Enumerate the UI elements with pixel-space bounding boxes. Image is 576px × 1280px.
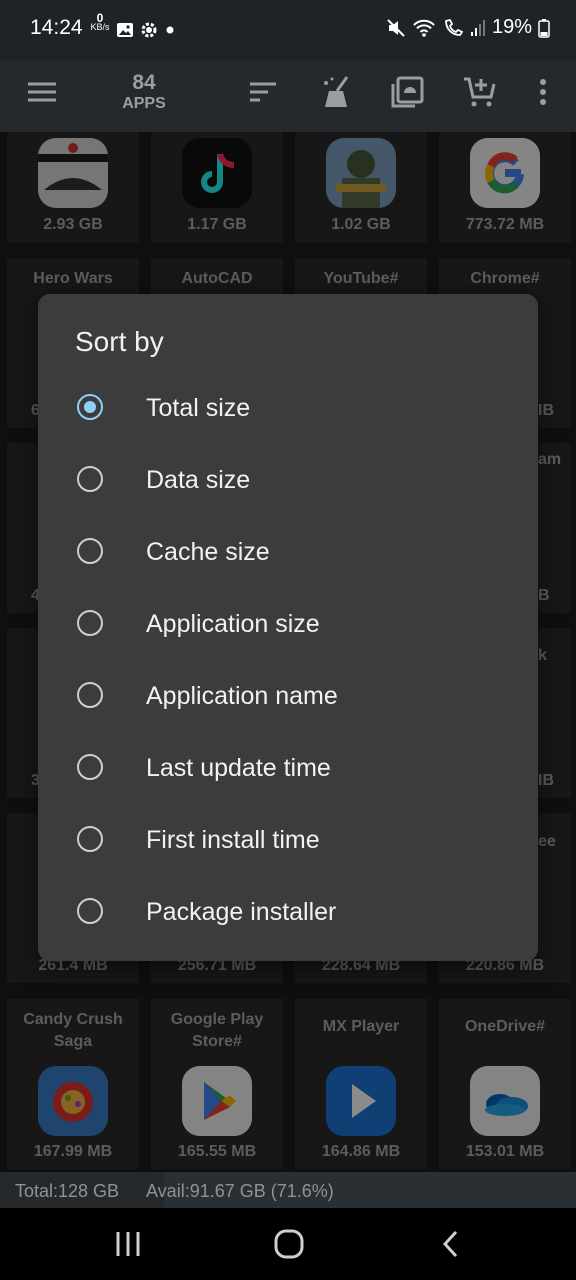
home-icon[interactable]	[272, 1228, 306, 1265]
battery-percent: 19%	[491, 16, 532, 38]
total-storage: Total:128 GB	[15, 1181, 120, 1201]
menu-icon[interactable]	[22, 72, 62, 112]
recent-apps-icon[interactable]	[108, 1230, 148, 1263]
wifi-calling-icon	[445, 18, 464, 36]
radio-button[interactable]	[77, 538, 103, 564]
radio-button[interactable]	[77, 754, 103, 780]
sort-option-application-size[interactable]: Application size	[38, 590, 538, 662]
status-bar: 14:24 0 KB/s 19%	[0, 0, 576, 60]
sort-by-dialog: Sort by Total size Data size Cache size …	[38, 294, 538, 961]
sort-icon[interactable]	[243, 72, 283, 112]
battery-icon	[538, 18, 550, 38]
app-installer-icon[interactable]	[387, 72, 427, 112]
radio-button[interactable]	[77, 898, 103, 924]
gallery-icon	[117, 23, 133, 37]
app-count: 84 APPS	[122, 71, 166, 113]
add-to-cart-icon[interactable]	[459, 72, 499, 112]
mute-icon	[387, 18, 405, 37]
back-icon[interactable]	[438, 1228, 464, 1265]
radio-button-selected[interactable]	[77, 394, 103, 420]
notification-dot-icon	[166, 26, 174, 34]
radio-button[interactable]	[77, 826, 103, 852]
sort-option-package-installer[interactable]: Package installer	[38, 878, 538, 950]
available-storage: Avail:91.67 GB (71.6%)	[146, 1181, 334, 1201]
sort-option-cache-size[interactable]: Cache size	[38, 518, 538, 590]
sort-option-last-update-time[interactable]: Last update time	[38, 734, 538, 806]
wifi-icon	[413, 19, 435, 37]
sort-option-data-size[interactable]: Data size	[38, 446, 538, 518]
sort-option-first-install-time[interactable]: First install time	[38, 806, 538, 878]
network-speed: 0 KB/s	[90, 11, 110, 32]
radio-button[interactable]	[77, 466, 103, 492]
system-navigation-bar	[0, 1208, 576, 1280]
status-time: 14:24	[30, 16, 83, 39]
radio-button[interactable]	[77, 610, 103, 636]
clean-cache-icon[interactable]	[316, 72, 356, 112]
storage-footer: Total:128 GB Avail:91.67 GB (71.6%)	[0, 1172, 576, 1208]
signal-icon	[470, 19, 485, 36]
sort-option-application-name[interactable]: Application name	[38, 662, 538, 734]
radio-button[interactable]	[77, 682, 103, 708]
more-options-icon[interactable]	[523, 72, 563, 112]
sort-option-total-size[interactable]: Total size	[38, 374, 538, 446]
settings-icon	[141, 22, 157, 38]
dialog-title: Sort by	[75, 326, 164, 357]
